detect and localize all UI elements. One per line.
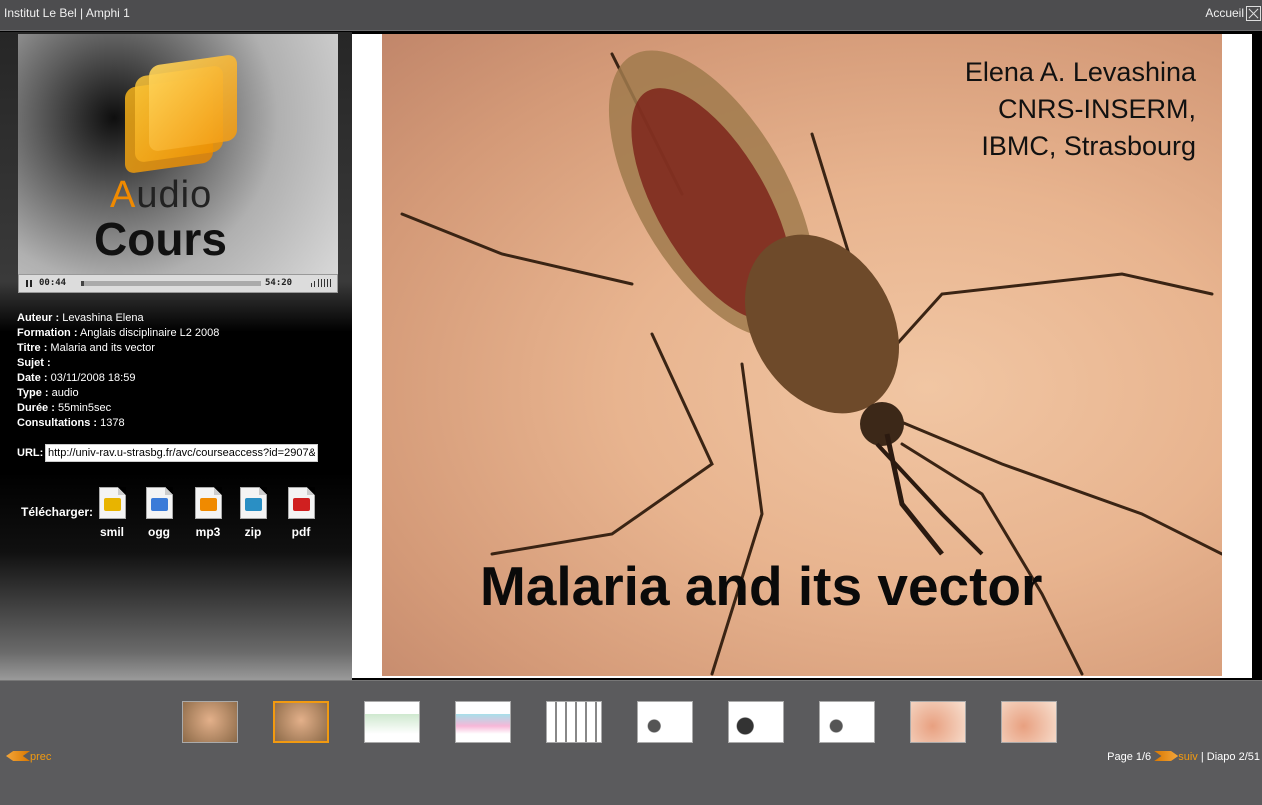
current-time: 00:44 xyxy=(39,278,67,288)
metadata-row: Formation : Anglais disciplinaire L2 200… xyxy=(17,326,219,341)
pause-icon[interactable] xyxy=(22,276,36,291)
slide-thumbnail[interactable] xyxy=(182,701,238,743)
metadata-key: Formation : xyxy=(17,327,78,339)
home-link[interactable]: Accueil xyxy=(1205,6,1244,20)
audiocours-logo: Audio Cours xyxy=(18,34,338,274)
seek-bar[interactable] xyxy=(81,281,261,286)
metadata-value: Levashina Elena xyxy=(62,312,144,324)
prev-label: prec xyxy=(30,751,52,763)
metadata-key: Titre : xyxy=(17,342,48,354)
smil-file-icon xyxy=(98,487,126,519)
metadata-row: Consultations : 1378 xyxy=(17,416,219,431)
prev-button[interactable]: prec xyxy=(6,751,51,763)
metadata-key: Sujet : xyxy=(17,357,51,369)
zip-file-icon xyxy=(239,487,267,519)
download-label-zip: zip xyxy=(244,525,262,539)
metadata-row: Auteur : Levashina Elena xyxy=(17,311,219,326)
metadata-value: 55min5sec xyxy=(57,402,112,414)
separator: | xyxy=(1200,751,1204,763)
download-label-pdf: pdf xyxy=(291,525,311,539)
metadata-key: Type : xyxy=(17,387,49,399)
metadata-key: Date : xyxy=(17,372,48,384)
url-field[interactable] xyxy=(45,444,318,462)
slide-thumbnail[interactable] xyxy=(546,701,602,743)
metadata-row: Date : 03/11/2008 18:59 xyxy=(17,371,219,386)
metadata-key: Durée : xyxy=(17,402,55,414)
download-pdf-button[interactable]: pdf xyxy=(281,487,321,539)
slide-title: Malaria and its vector xyxy=(480,555,1043,617)
metadata-row: Sujet : xyxy=(17,356,219,371)
navigation-bar: prec Page 1/6 suiv | Diapo 2/51 xyxy=(0,680,1262,805)
slide-thumbnail[interactable] xyxy=(728,701,784,743)
next-button[interactable]: suiv xyxy=(1154,751,1198,763)
slide-thumbnail[interactable] xyxy=(455,701,511,743)
mp3-file-icon xyxy=(194,487,222,519)
volume-icon[interactable] xyxy=(309,277,335,289)
metadata-value: 03/11/2008 18:59 xyxy=(50,372,136,384)
credit-line: CNRS-INSERM, xyxy=(997,94,1196,124)
double-arrow-left-icon xyxy=(6,751,30,761)
download-zip-button[interactable]: zip xyxy=(233,487,273,539)
metadata-value: 1378 xyxy=(100,417,125,429)
download-mp3-button[interactable]: mp3 xyxy=(188,487,228,539)
slide-viewer: Elena A. Levashina CNRS-INSERM, IBMC, Stra… xyxy=(352,34,1252,678)
slide-image: Elena A. Levashina CNRS-INSERM, IBMC, Stra… xyxy=(382,34,1222,676)
info-panel: Audio Cours 00:44 54:20 Auteur : Levashi… xyxy=(0,32,352,680)
metadata-row: Titre : Malaria and its vector xyxy=(17,341,219,356)
page-indicator: Page 1/6 xyxy=(1107,751,1152,763)
slide-thumbnail[interactable] xyxy=(1001,701,1057,743)
title-bar: Institut Le Bel | Amphi 1 Accueil xyxy=(0,0,1262,31)
metadata-key: Consultations : xyxy=(17,417,98,429)
download-label: Télécharger: xyxy=(21,505,94,519)
slide-thumbnail[interactable] xyxy=(273,701,329,743)
course-metadata: Auteur : Levashina Elena Formation : Angl… xyxy=(17,311,219,431)
slide-thumbnail[interactable] xyxy=(364,701,420,743)
metadata-row: Type : audio xyxy=(17,386,219,401)
download-label-ogg: ogg xyxy=(148,525,170,539)
logo-card xyxy=(149,53,237,153)
double-arrow-right-icon xyxy=(1154,751,1179,761)
window-title: Institut Le Bel | Amphi 1 xyxy=(4,6,130,20)
close-icon[interactable] xyxy=(1246,6,1261,21)
logo-word-cours: Cours xyxy=(94,213,227,265)
download-ogg-button[interactable]: ogg xyxy=(139,487,179,539)
download-label-smil: smil xyxy=(99,525,124,539)
seek-progress xyxy=(81,281,84,286)
metadata-row: Durée : 55min5sec xyxy=(17,401,219,416)
download-label-mp3: mp3 xyxy=(195,525,221,539)
pager: Page 1/6 suiv | Diapo 2/51 xyxy=(1107,751,1260,763)
next-label: suiv xyxy=(1178,751,1198,763)
ogg-file-icon xyxy=(145,487,173,519)
pdf-file-icon xyxy=(287,487,315,519)
diapo-indicator: Diapo 2/51 xyxy=(1206,751,1260,763)
metadata-value: audio xyxy=(51,387,79,399)
slide-thumbnail[interactable] xyxy=(637,701,693,743)
credit-line: IBMC, Strasbourg xyxy=(981,131,1196,161)
metadata-value: Malaria and its vector xyxy=(50,342,155,354)
metadata-key: Auteur : xyxy=(17,312,60,324)
logo-word-audio: Audio xyxy=(110,174,213,216)
slide-credit: Elena A. Levashina CNRS-INSERM, IBMC, Stra… xyxy=(965,54,1196,165)
slide-thumbnail[interactable] xyxy=(819,701,875,743)
download-smil-button[interactable]: smil xyxy=(92,487,132,539)
credit-line: Elena A. Levashina xyxy=(964,57,1196,87)
slide-thumbnail[interactable] xyxy=(910,701,966,743)
total-duration: 54:20 xyxy=(265,278,293,288)
url-label: URL: xyxy=(17,447,44,459)
metadata-value: Anglais disciplinaire L2 2008 xyxy=(79,327,220,339)
audio-player: 00:44 54:20 xyxy=(18,274,338,293)
